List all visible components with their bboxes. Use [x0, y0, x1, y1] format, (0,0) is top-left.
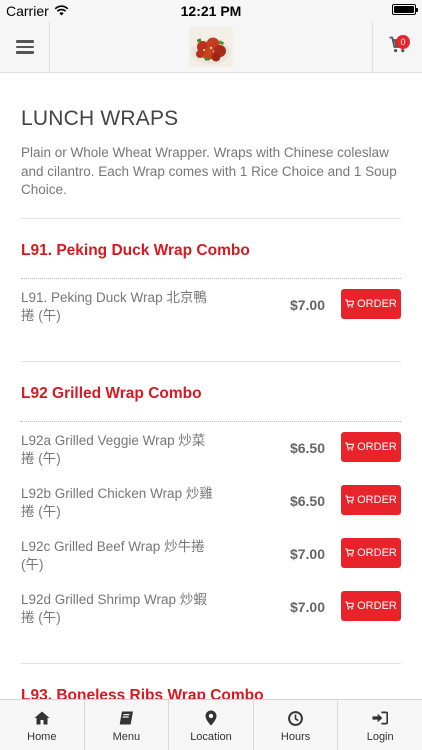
cart-icon — [345, 495, 355, 504]
book-icon — [118, 710, 134, 726]
cart-button[interactable]: 0 — [372, 22, 422, 72]
order-button-label: ORDER — [357, 297, 397, 310]
order-button[interactable]: ORDER — [341, 431, 401, 462]
tab-label: Menu — [112, 731, 141, 743]
tab-label: Login — [366, 731, 394, 743]
menu-item-name: L92c Grilled Beef Wrap 炒牛捲 (午) — [21, 538, 205, 573]
tab-label: Hours — [280, 731, 311, 743]
section-title: LUNCH WRAPS — [21, 107, 179, 130]
map-pin-icon — [203, 710, 219, 726]
menu-group: L92 Grilled Wrap Combo L92a Grilled Veggi… — [21, 362, 401, 664]
sign-in-icon — [372, 710, 389, 726]
menu-item-name: L91. Peking Duck Wrap 北京鴨捲 (午) — [21, 289, 207, 324]
menu-item-row[interactable]: L91. Peking Duck Wrap 北京鴨捲 (午) $7.00 ORDER — [21, 287, 401, 340]
tab-label: Home — [27, 731, 57, 743]
status-time: 12:21 PM — [180, 3, 242, 19]
menu-content[interactable]: LUNCH WRAPS Plain or Whole Wheat Wrapper… — [0, 73, 422, 699]
order-button[interactable]: ORDER — [341, 484, 401, 515]
tab-menu[interactable]: Menu — [85, 700, 170, 750]
menu-item-name: L92d Grilled Shrimp Wrap 炒蝦捲 (午) — [21, 591, 207, 626]
tab-login[interactable]: Login — [338, 700, 422, 750]
tab-label: Location — [190, 731, 232, 743]
menu-group-items: L92a Grilled Veggie Wrap 炒菜捲 (午) $6.50 ORD… — [21, 420, 401, 663]
app-header: 0 — [0, 22, 422, 73]
menu-group-title: L93. Boneless Ribs Wrap Combo — [21, 686, 264, 700]
menu-item-row[interactable]: L92c Grilled Beef Wrap 炒牛捲 (午) $7.00 ORDER — [21, 536, 401, 589]
menu-group: L91. Peking Duck Wrap Combo L91. Peking D… — [21, 219, 401, 362]
menu-item-price: $6.50 — [289, 492, 325, 509]
menu-group-items: L91. Peking Duck Wrap 北京鴨捲 (午) $7.00 ORDER — [21, 277, 401, 361]
menu-item-price: $7.00 — [289, 545, 325, 562]
menu-item-price: $6.50 — [289, 439, 325, 456]
menu-item-row[interactable]: L92d Grilled Shrimp Wrap 炒蝦捲 (午) $7.00 ORD… — [21, 589, 401, 642]
tab-hours[interactable]: Hours — [254, 700, 339, 750]
tab-bar: Home Menu Location Hours Login — [0, 699, 422, 750]
menu-item-price: $7.00 — [289, 598, 325, 615]
order-button-label: ORDER — [357, 493, 397, 506]
cart-icon — [345, 442, 355, 451]
clock-icon — [288, 710, 304, 726]
menu-item-price: $7.00 — [289, 296, 325, 313]
menu-group: L93. Boneless Ribs Wrap Combo — [21, 664, 401, 700]
restaurant-logo[interactable] — [189, 27, 233, 67]
menu-item-row[interactable]: L92a Grilled Veggie Wrap 炒菜捲 (午) $6.50 ORD… — [21, 430, 401, 483]
tab-location[interactable]: Location — [169, 700, 254, 750]
menu-group-title: L91. Peking Duck Wrap Combo — [21, 241, 250, 259]
order-button-label: ORDER — [357, 546, 397, 559]
order-button-label: ORDER — [357, 599, 397, 612]
cart-icon — [345, 299, 355, 308]
menu-group-title: L92 Grilled Wrap Combo — [21, 384, 202, 402]
section-description: Plain or Whole Wheat Wrapper. Wraps with… — [21, 145, 397, 197]
order-button-label: ORDER — [357, 440, 397, 453]
tab-home[interactable]: Home — [0, 700, 85, 750]
order-button[interactable]: ORDER — [341, 537, 401, 568]
cart-icon — [345, 601, 355, 610]
cart-count-badge: 0 — [396, 35, 410, 49]
order-button[interactable]: ORDER — [341, 288, 401, 319]
battery-icon — [392, 4, 418, 15]
hamburger-icon — [15, 40, 34, 54]
menu-item-name: L92a Grilled Veggie Wrap 炒菜捲 (午) — [21, 432, 206, 467]
home-icon — [34, 710, 50, 726]
status-bar: Carrier 12:21 PM — [0, 0, 422, 22]
menu-item-row[interactable]: L92b Grilled Chicken Wrap 炒雞捲 (午) $6.50 OR… — [21, 483, 401, 536]
menu-item-name: L92b Grilled Chicken Wrap 炒雞捲 (午) — [21, 485, 213, 520]
menu-groups: L91. Peking Duck Wrap Combo L91. Peking D… — [21, 219, 401, 700]
menu-button[interactable] — [0, 22, 50, 72]
order-button[interactable]: ORDER — [341, 590, 401, 621]
cart-icon — [345, 548, 355, 557]
